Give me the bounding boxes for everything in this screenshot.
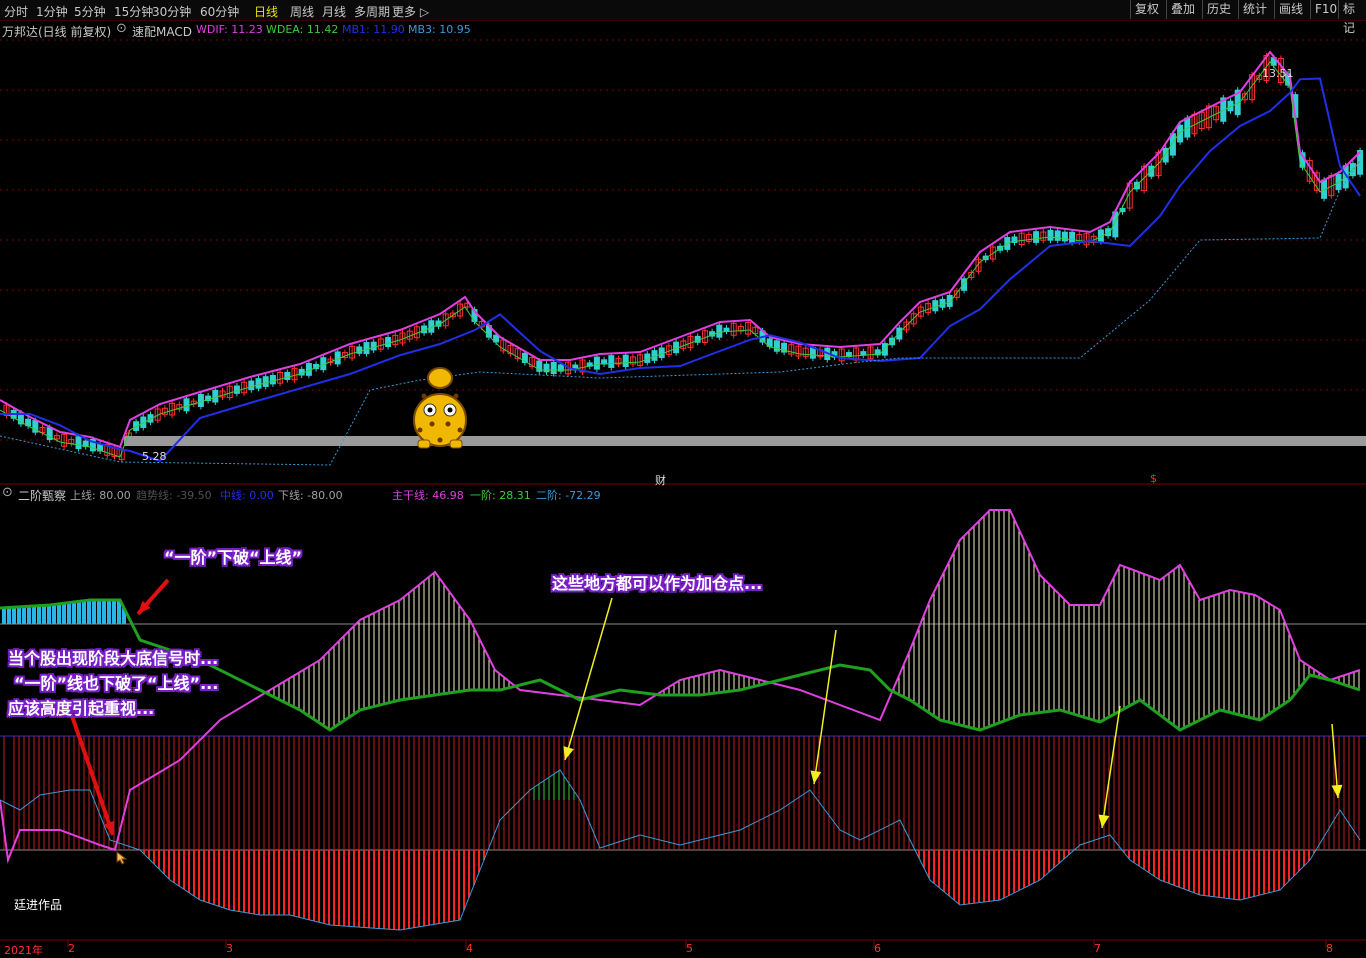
yellow-arrow-4-head	[1331, 784, 1343, 798]
mascot-part	[427, 367, 453, 389]
candle-body	[197, 393, 204, 407]
mascot-part	[447, 407, 453, 413]
lower-legend-item: 下线: -80.00	[278, 489, 343, 502]
watermark: 廷进作品	[14, 898, 63, 912]
main-indicator-name[interactable]: 速配MACD	[132, 23, 192, 40]
candle-body	[896, 327, 903, 340]
candle-body	[773, 340, 780, 352]
mascot-part	[429, 421, 435, 427]
candle-body	[550, 361, 557, 375]
lower-legend-item: 一阶: 28.31	[470, 489, 531, 502]
candle-body	[255, 378, 262, 389]
candle-body	[881, 343, 888, 356]
annotation-bottom-line1: 当个股出现阶段大底信号时...	[8, 649, 219, 668]
candle-body	[593, 356, 600, 370]
candle-body	[284, 371, 291, 380]
candle-body	[932, 300, 939, 312]
finance-marker[interactable]: 财	[655, 472, 666, 488]
mascot-part	[427, 407, 433, 413]
mb1-line	[0, 77, 1361, 463]
lower-legend-item: 趋势线: -39.50	[136, 489, 212, 502]
wdea-line	[0, 61, 1361, 458]
annotation-add-points: 这些地方都可以作为加仓点...	[552, 574, 763, 593]
candle-body	[183, 398, 190, 412]
candle-body	[385, 337, 392, 348]
dividend-marker[interactable]: $	[1150, 472, 1157, 485]
candle-body	[1054, 230, 1061, 241]
red-arrow-bottom	[70, 715, 115, 836]
stock-title: 万邦达(日线 前复权)	[2, 25, 112, 39]
main-legend-item: MB1: 11.90	[342, 23, 405, 36]
candle-body	[75, 436, 82, 450]
candle-body	[946, 294, 953, 307]
stock-chart[interactable]	[0, 0, 1366, 958]
mascot-part	[421, 393, 427, 399]
candle-body	[233, 385, 240, 394]
mascot-part	[445, 421, 451, 427]
candle-body	[248, 380, 255, 391]
cursor-hand-icon	[116, 850, 128, 865]
candle-body	[363, 342, 370, 355]
lower-legend-item: 中线: 0.00	[220, 489, 274, 502]
date-tick-label: 2	[68, 942, 75, 955]
date-tick-label: 3	[226, 942, 233, 955]
support-band	[124, 436, 1366, 446]
main-legend-item: WDEA: 11.42	[266, 23, 339, 36]
candle-body	[1047, 229, 1054, 241]
candle-body	[723, 327, 730, 332]
date-tick-label: 2021年	[4, 944, 43, 957]
date-tick-label: 7	[1094, 942, 1101, 955]
date-tick-label: 5	[686, 942, 693, 955]
wdif-line	[0, 50, 1361, 449]
main-legend-item: WDIF: 11.23	[196, 23, 263, 36]
lower-collapse-icon[interactable]: ⊙	[2, 485, 13, 500]
high-price-label: 13.51	[1262, 67, 1294, 80]
lower-legend-item: 上线: 80.00	[70, 489, 131, 502]
candle-body	[212, 389, 219, 403]
yellow-arrow-2-head	[810, 770, 822, 784]
candle-body	[262, 376, 269, 387]
annotation-bottom-line2: “一阶”线也下破了“上线”...	[14, 674, 219, 693]
mascot-part	[417, 439, 431, 449]
mascot-part	[417, 427, 423, 433]
date-tick-label: 6	[874, 942, 881, 955]
yellow-arrow-2	[813, 629, 837, 785]
mascot-part	[453, 393, 459, 399]
mb3-line	[0, 159, 1361, 466]
candle-body	[716, 324, 723, 338]
candle-body	[939, 298, 946, 308]
leopard-mascot-icon	[413, 367, 467, 449]
mascot-part	[449, 439, 463, 449]
annotation-break-upper: “一阶”下破“上线”	[164, 548, 303, 567]
date-tick-label: 4	[466, 942, 473, 955]
candle-body	[622, 354, 629, 367]
main-legend-item: MB3: 10.95	[408, 23, 471, 36]
candle-body	[1061, 231, 1068, 242]
yellow-arrow-3	[1101, 705, 1121, 829]
candle-body	[1069, 231, 1076, 244]
date-tick-label: 8	[1326, 942, 1333, 955]
lower-indicator-name[interactable]: 二阶甄察	[18, 487, 66, 504]
low-price-label: 5.28	[142, 450, 167, 463]
candle-body	[608, 355, 615, 368]
lower-legend-item: 主干线: 46.98	[392, 489, 464, 502]
annotation-bottom-line3: 应该高度引起重视...	[8, 699, 155, 718]
candle-body	[269, 375, 276, 385]
candle-body	[543, 363, 550, 373]
mascot-part	[437, 437, 443, 443]
lower-legend-item: 二阶: -72.29	[536, 489, 601, 502]
mascot-part	[457, 427, 463, 433]
candle-body	[1033, 231, 1040, 243]
candle-body	[370, 341, 377, 351]
collapse-icon[interactable]: ⊙	[116, 21, 127, 36]
